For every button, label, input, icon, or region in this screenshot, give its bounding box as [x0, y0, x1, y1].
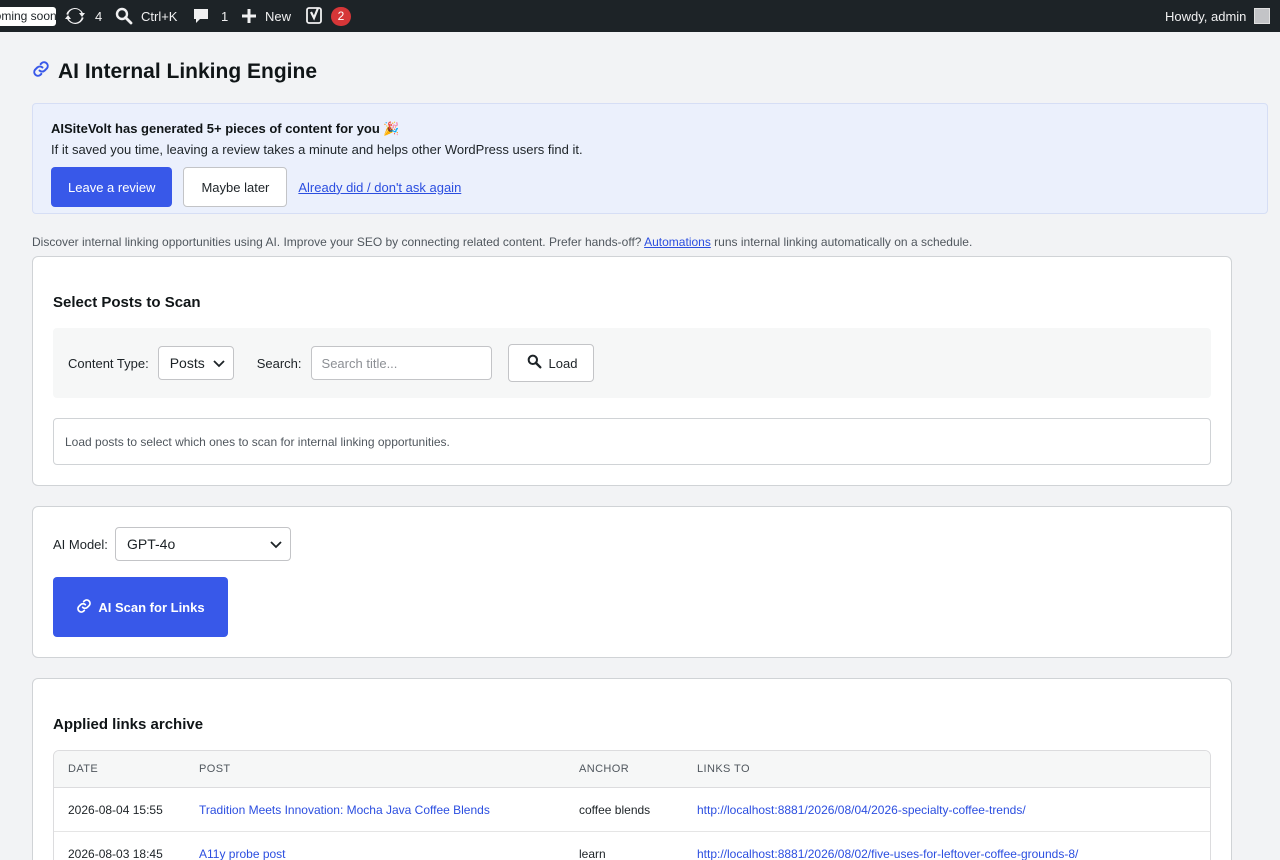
- archive-title: Applied links archive: [53, 716, 204, 733]
- seo-notification-badge: 2: [331, 6, 351, 26]
- load-button[interactable]: Load: [507, 344, 595, 382]
- search-label: Search:: [256, 355, 302, 371]
- search-placeholder: Search title...: [321, 355, 398, 371]
- intro-text-after: runs internal linking automatically on a…: [714, 235, 973, 249]
- updates-menu[interactable]: 4: [65, 0, 102, 32]
- automations-link[interactable]: Automations: [644, 235, 711, 249]
- leave-review-button[interactable]: Leave a review: [51, 167, 173, 207]
- posts-empty-state: Load posts to select which ones to scan …: [53, 418, 1211, 465]
- admin-bar: Coming soon 4 Ctrl+K 1 New 2 Howdy, admi…: [0, 0, 1280, 32]
- row-date: 2026-08-04 15:55: [68, 802, 163, 817]
- ai-scan-label: AI Scan for Links: [98, 599, 205, 615]
- ai-scan-button[interactable]: AI Scan for Links: [53, 577, 228, 637]
- column-anchor: ANCHOR: [579, 763, 630, 775]
- column-links-to: LINKS TO: [697, 763, 750, 775]
- updates-icon: [65, 6, 85, 26]
- load-label: Load: [548, 355, 578, 371]
- table-row: 2026-08-03 18:45 A11y probe post learn h…: [54, 832, 1210, 860]
- coming-soon-badge[interactable]: Coming soon: [0, 7, 56, 26]
- empty-message: Load posts to select which ones to scan …: [65, 434, 450, 449]
- ai-model-label: AI Model:: [53, 537, 108, 552]
- row-post-link[interactable]: Tradition Meets Innovation: Mocha Java C…: [199, 803, 579, 817]
- search-icon: [527, 354, 542, 372]
- my-account-menu[interactable]: Howdy, admin: [1165, 0, 1271, 32]
- dismiss-link[interactable]: Already did / don't ask again: [298, 180, 461, 195]
- notice-actions: Leave a review Maybe later Already did /…: [51, 167, 1249, 207]
- link-icon: [32, 60, 50, 84]
- howdy-label: Howdy, admin: [1165, 8, 1247, 24]
- table-header: DATE POST ANCHOR LINKS TO: [54, 751, 1210, 788]
- ai-scan-card: AI Model: GPT-4o AI Scan for Links: [32, 506, 1232, 658]
- new-content-menu[interactable]: New: [241, 0, 291, 32]
- select-posts-card: Select Posts to Scan Content Type: Posts…: [32, 256, 1232, 486]
- content-type-value: Posts: [169, 355, 205, 371]
- row-anchor: coffee blends: [579, 802, 651, 817]
- content-type-label: Content Type:: [68, 355, 149, 371]
- updates-count: 4: [95, 8, 103, 24]
- applied-links-table: DATE POST ANCHOR LINKS TO 2026-08-04 15:…: [53, 750, 1211, 860]
- row-anchor: learn: [579, 846, 606, 860]
- yoast-icon: [306, 6, 324, 26]
- page-title-text: AI Internal Linking Engine: [58, 60, 318, 83]
- row-post-link[interactable]: A11y probe post: [199, 847, 579, 860]
- maybe-later-button[interactable]: Maybe later: [183, 167, 288, 207]
- notice-subline: If it saved you time, leaving a review t…: [51, 142, 583, 157]
- table-row: 2026-08-04 15:55 Tradition Meets Innovat…: [54, 788, 1210, 832]
- avatar: [1254, 8, 1271, 24]
- column-date: DATE: [68, 763, 99, 775]
- search-input[interactable]: Search title...: [310, 346, 492, 380]
- content-type-select[interactable]: Posts: [157, 346, 234, 380]
- column-post: POST: [199, 763, 231, 775]
- review-notice: AISiteVolt has generated 5+ pieces of co…: [32, 103, 1268, 214]
- intro-text-before: Discover internal linking opportunities …: [32, 235, 642, 249]
- notice-headline: AISiteVolt has generated 5+ pieces of co…: [51, 121, 400, 136]
- applied-links-card: Applied links archive DATE POST ANCHOR L…: [32, 678, 1232, 860]
- chevron-down-icon: [270, 536, 282, 552]
- comment-icon: [192, 7, 210, 25]
- search-shortcut-label: Ctrl+K: [141, 8, 178, 24]
- ai-model-value: GPT-4o: [127, 536, 176, 552]
- intro-text: Discover internal linking opportunities …: [32, 235, 972, 249]
- comments-count: 1: [221, 8, 229, 24]
- row-target-link[interactable]: http://localhost:8881/2026/08/02/five-us…: [697, 847, 1210, 860]
- chevron-down-icon: [213, 355, 225, 371]
- plus-icon: [241, 8, 257, 24]
- ai-model-select[interactable]: GPT-4o: [115, 527, 291, 561]
- row-target-link[interactable]: http://localhost:8881/2026/08/04/2026-sp…: [697, 803, 1210, 817]
- new-label: New: [265, 8, 292, 24]
- seo-menu[interactable]: 2: [306, 0, 351, 32]
- filter-bar: Content Type: Posts Search: Search title…: [53, 328, 1211, 398]
- search-icon: [115, 7, 133, 25]
- row-date: 2026-08-03 18:45: [68, 846, 163, 860]
- select-posts-title: Select Posts to Scan: [53, 294, 201, 311]
- page-title: AI Internal Linking Engine: [32, 60, 317, 84]
- comments-menu[interactable]: 1: [192, 0, 228, 32]
- link-icon: [76, 598, 92, 617]
- search-shortcut[interactable]: Ctrl+K: [115, 0, 177, 32]
